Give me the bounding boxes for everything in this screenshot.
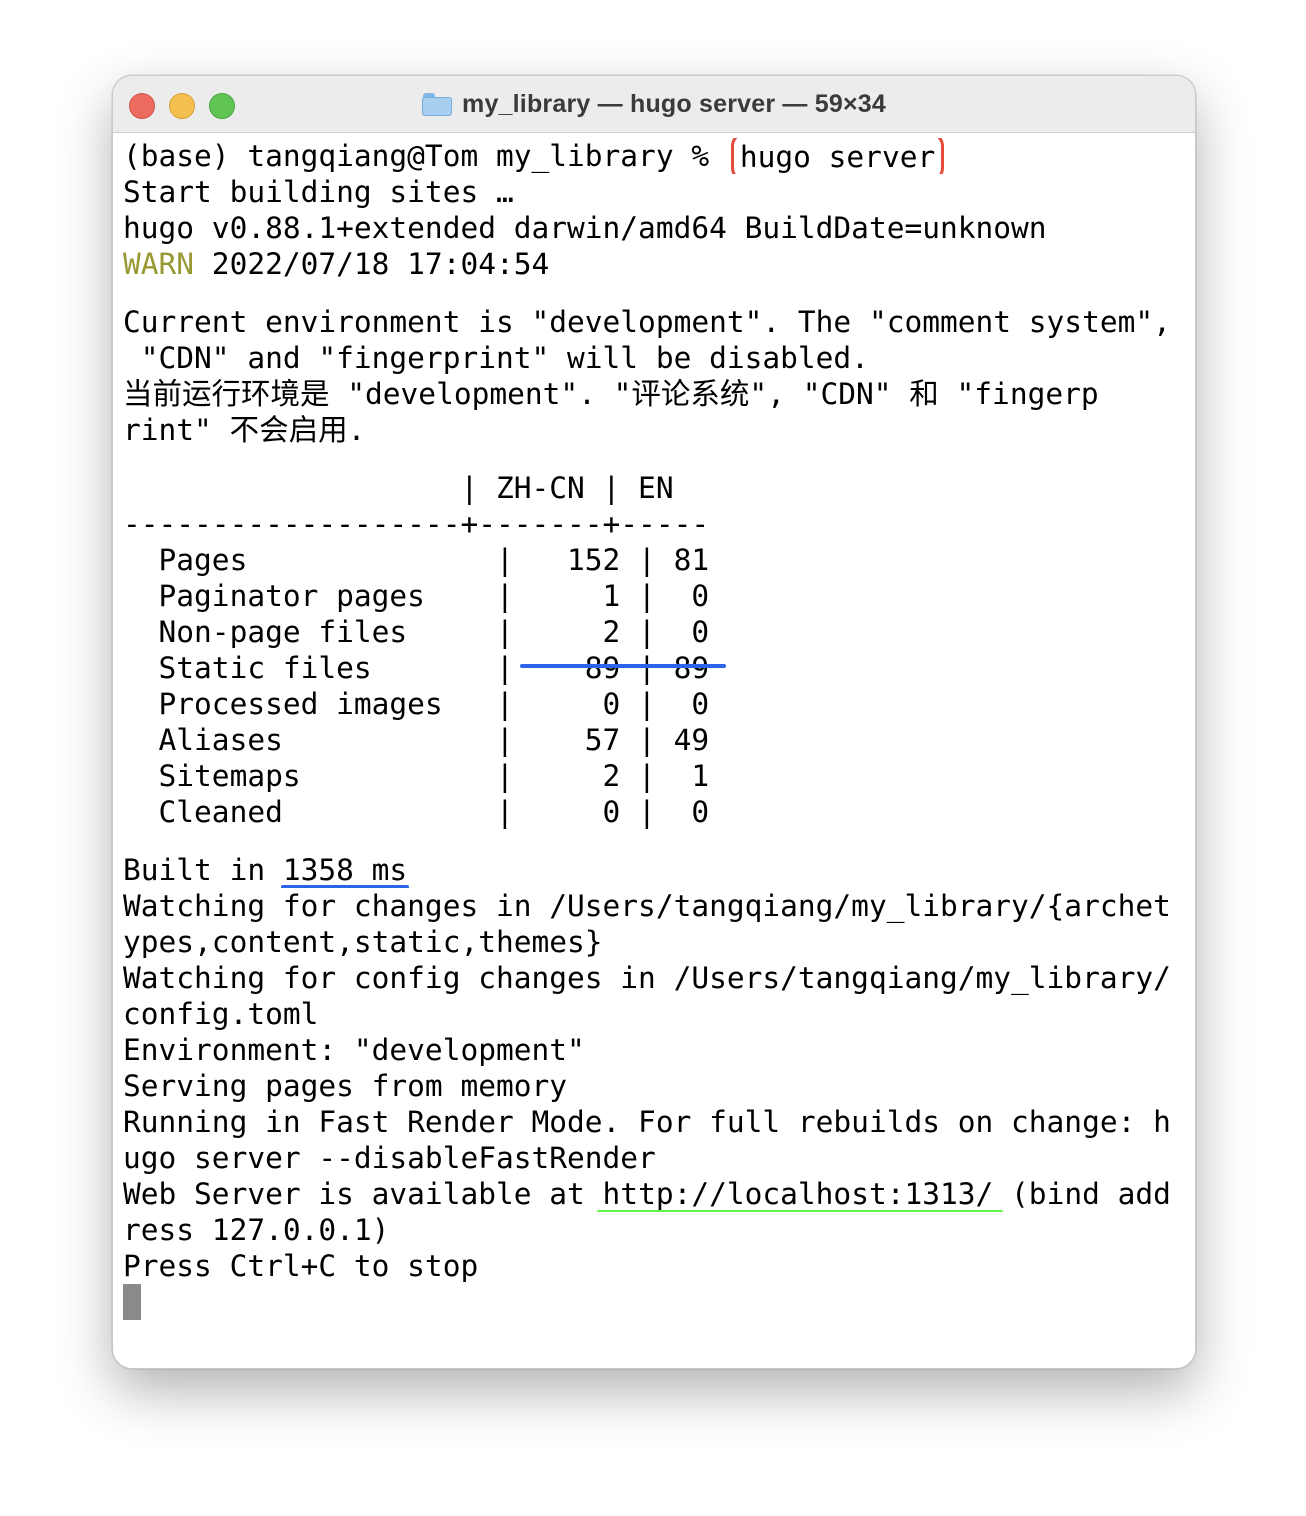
output-line: Press Ctrl+C to stop [123,1249,479,1283]
table-row: Sitemaps | 2 | 1 [123,759,710,793]
output-line: Current environment is "development". Th… [123,305,1171,339]
output-line: ypes,content,static,themes} [123,925,603,959]
pages-underline [520,664,726,668]
terminal-window: my_library — hugo server — 59×34 (base) … [112,75,1196,1369]
table-row: Aliases | 57 | 49 [123,723,710,757]
table-separator: -------------------+-------+----- [123,507,710,541]
built-prefix: Built in [123,853,283,887]
output-line: rint" 不会启用. [123,413,366,447]
terminal-output[interactable]: (base) tangqiang@Tom my_library % hugo s… [123,138,1187,1320]
warn-label: WARN [123,247,195,281]
warn-timestamp: 2022/07/18 17:04:54 [194,247,550,281]
output-line: Environment: "development" [123,1033,585,1067]
output-line: 当前运行环境是 "development". "评论系统", "CDN" 和 "… [123,377,1099,411]
output-line: "CDN" and "fingerprint" will be disabled… [123,341,869,375]
web-suffix: (bind add [993,1177,1171,1211]
prompt-line: (base) tangqiang@Tom my_library % hugo s… [123,138,1187,174]
output-line: hugo v0.88.1+extended darwin/amd64 Build… [123,211,1047,245]
window-title: my_library — hugo server — 59×34 [462,89,886,118]
table-row: Pages | 152 | 81 [123,543,710,577]
table-row: Paginator pages | 1 | 0 [123,579,710,613]
title-bar[interactable]: my_library — hugo server — 59×34 [113,76,1195,133]
window-title-group: my_library — hugo server — 59×34 [113,88,1195,120]
table-row: Cleaned | 0 | 0 [123,795,710,829]
output-line: Watching for config changes in /Users/ta… [123,961,1171,995]
built-line: Built in 1358 ms [123,852,1187,888]
table-row: Non-page files | 2 | 0 [123,615,710,649]
warn-line: WARN 2022/07/18 17:04:54 [123,246,1187,282]
output-line: ugo server --disableFastRender [123,1141,656,1175]
output-line: Serving pages from memory [123,1069,568,1103]
text-cursor [123,1284,141,1320]
localhost-link[interactable]: http://localhost:1313/ [603,1177,994,1211]
command-highlight: hugo server [730,138,945,174]
output-line: Watching for changes in /Users/tangqiang… [123,889,1171,923]
output-line: config.toml [123,997,319,1031]
folder-icon [422,92,453,116]
table-header: | ZH-CN | EN [123,471,674,505]
build-time: 1358 ms [282,853,408,887]
output-line: Start building sites … [123,175,514,209]
output-line: ress 127.0.0.1) [123,1213,390,1247]
cursor-line [123,1284,1187,1320]
shell-prompt: (base) tangqiang@Tom my_library % [123,139,727,173]
table-row: Static files | 89 | 89 [123,651,710,685]
web-prefix: Web Server is available at [123,1177,603,1211]
table-row: Processed images | 0 | 0 [123,687,710,721]
web-server-line: Web Server is available at http://localh… [123,1176,1187,1212]
output-line: Running in Fast Render Mode. For full re… [123,1105,1171,1139]
